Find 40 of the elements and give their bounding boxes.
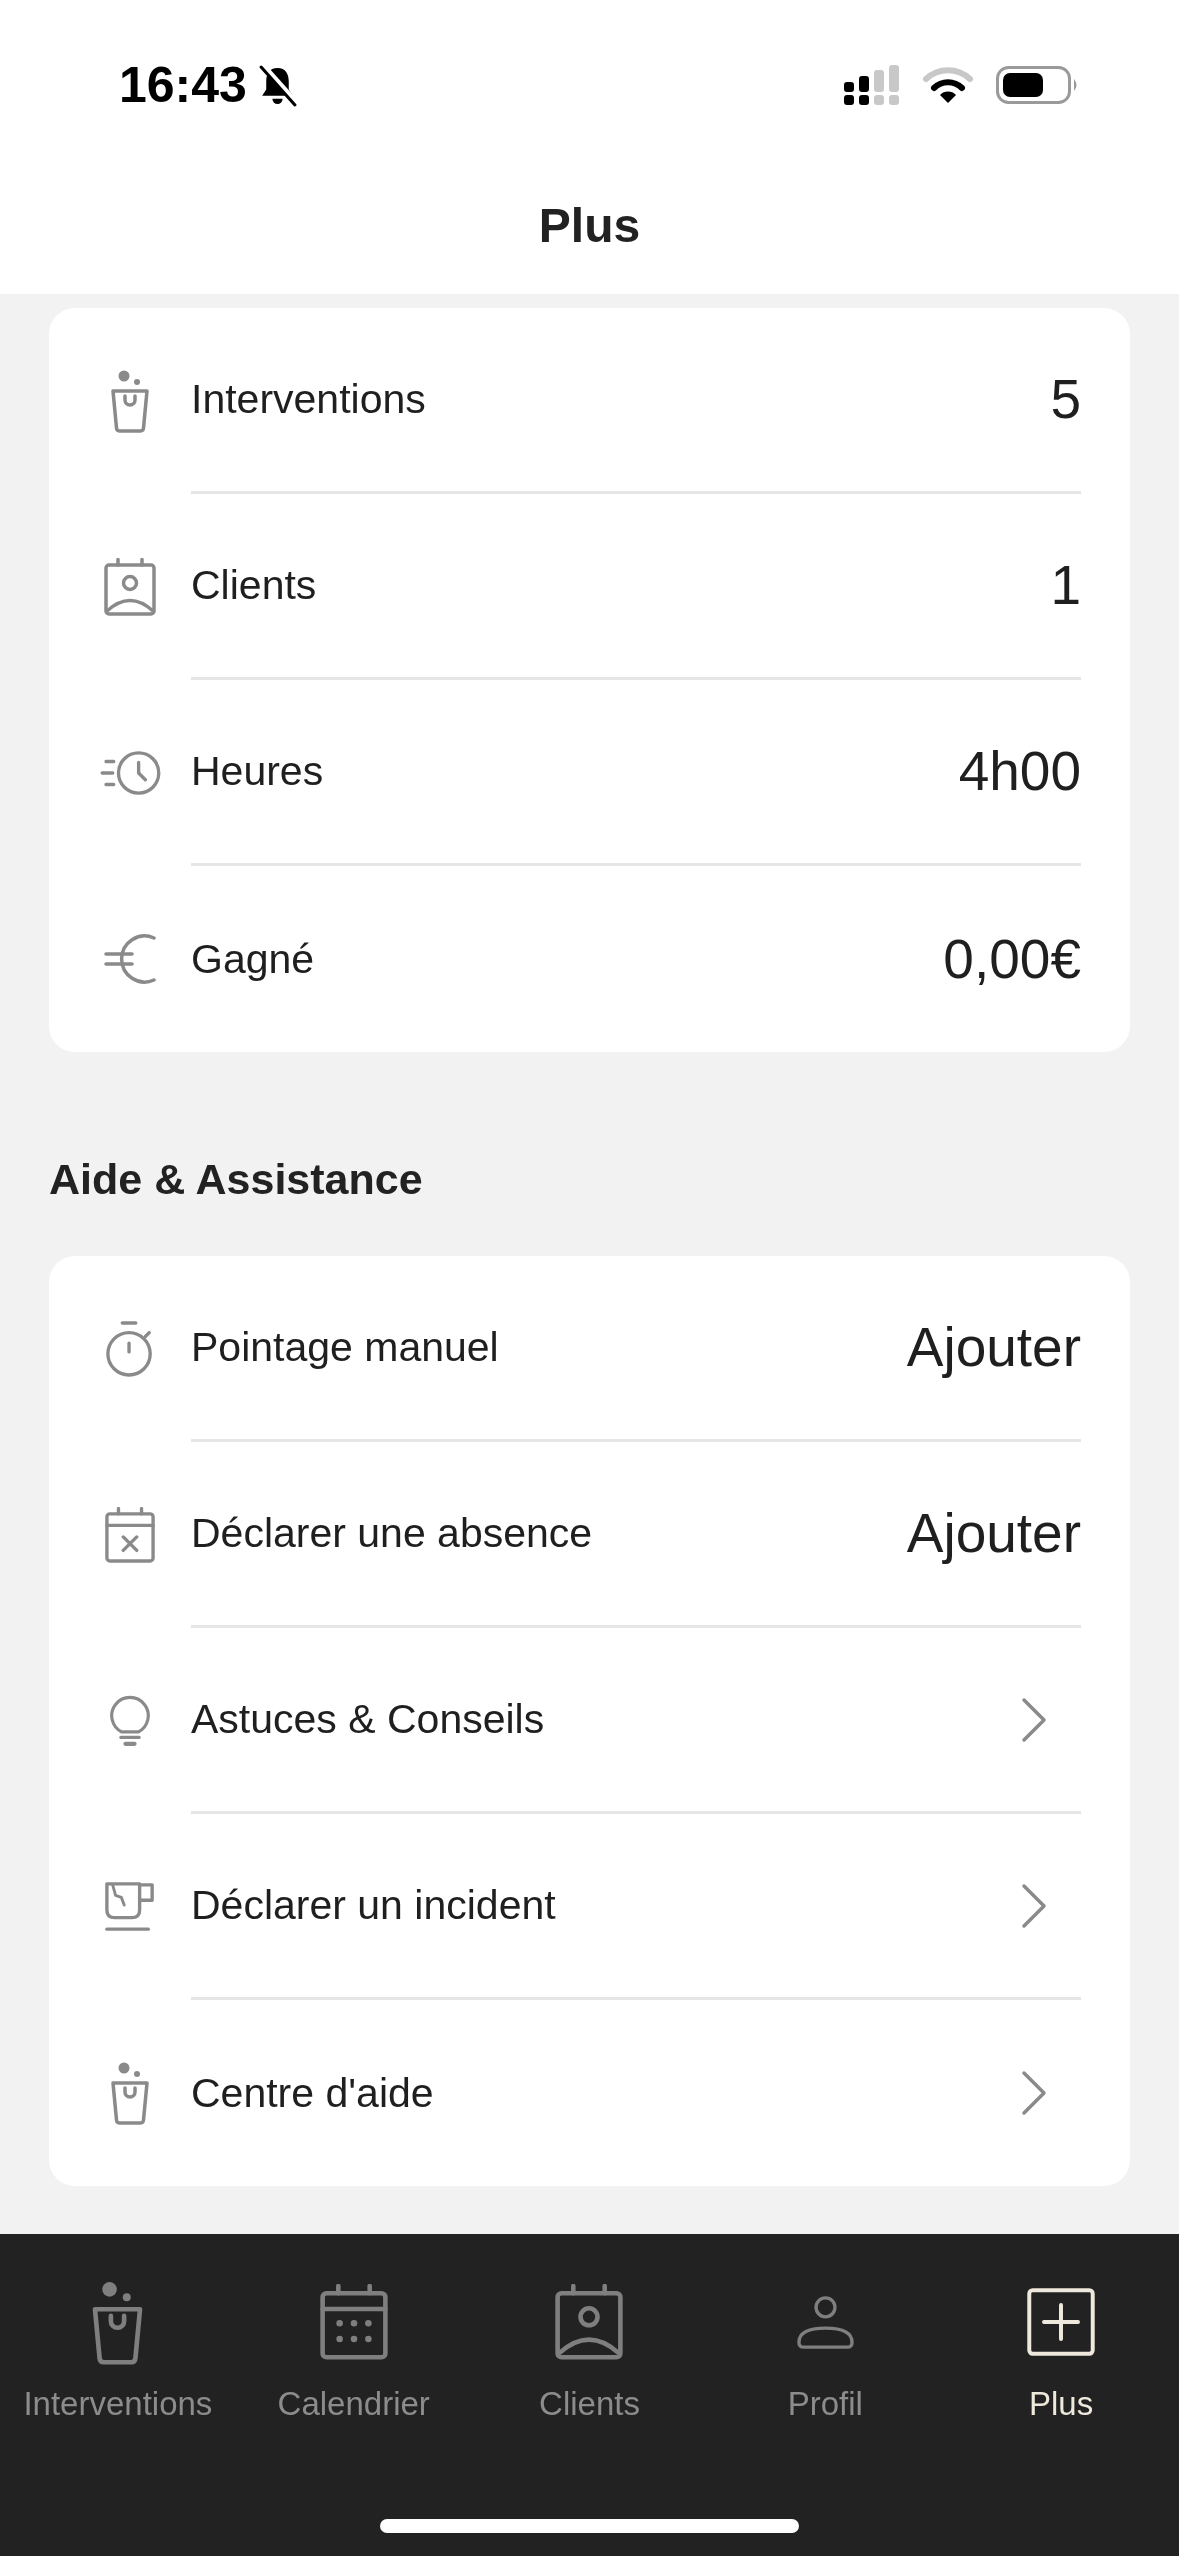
menu-item-label[interactable]: Astuces & Conseils: [191, 1699, 545, 1740]
menu-item-label[interactable]: Déclarer une absence: [191, 1513, 593, 1554]
fast-clock-icon: [99, 750, 161, 796]
status-time: 16:43: [119, 60, 247, 110]
cracked-mug-icon: [104, 1881, 156, 1933]
signal-icon: [844, 65, 900, 105]
cup-icon: [110, 369, 150, 433]
euro-icon: [104, 933, 156, 985]
cup-icon: [110, 2061, 150, 2125]
section-title: Aide & Assistance: [49, 1154, 424, 1205]
stat-label: Clients: [191, 565, 317, 606]
tab[interactable]: Calendrier: [235, 2279, 472, 2424]
person-badge-icon: [104, 558, 156, 616]
stopwatch-icon: [105, 1320, 155, 1378]
stat-value: 0,00€: [943, 931, 1081, 987]
calendar-x-icon: [105, 1507, 155, 1563]
chevron-right-icon: [1020, 2069, 1048, 2117]
page-title: Plus: [538, 202, 641, 250]
cup-icon: [91, 2279, 145, 2365]
person-icon: [795, 2294, 855, 2350]
stat-value: 4h00: [958, 744, 1081, 799]
lightbulb-icon: [109, 1694, 151, 1748]
tab[interactable]: Clients: [471, 2279, 708, 2424]
wifi-icon: [922, 66, 974, 104]
calendar-icon: [319, 2284, 388, 2360]
menu-item-label[interactable]: Pointage manuel: [191, 1327, 499, 1368]
chevron-right-icon: [1020, 1881, 1048, 1930]
tab[interactable]: Profil: [707, 2279, 944, 2424]
stat-label: Gagné: [191, 938, 315, 980]
stat-label: Heures: [191, 751, 324, 792]
menu-item-label[interactable]: Déclarer un incident: [191, 1885, 556, 1926]
chevron-right-icon: [1020, 1695, 1048, 1744]
plus-square-icon: [1027, 2288, 1096, 2356]
tab[interactable]: Interventions: [0, 2279, 236, 2424]
stat-label: Interventions: [191, 379, 426, 420]
stat-value: 1: [1050, 558, 1081, 613]
person-badge-icon: [555, 2284, 624, 2360]
tab[interactable]: Plus: [943, 2279, 1179, 2424]
stat-value: 5: [1050, 372, 1081, 427]
menu-item-label[interactable]: Centre d'aide: [191, 2072, 434, 2114]
